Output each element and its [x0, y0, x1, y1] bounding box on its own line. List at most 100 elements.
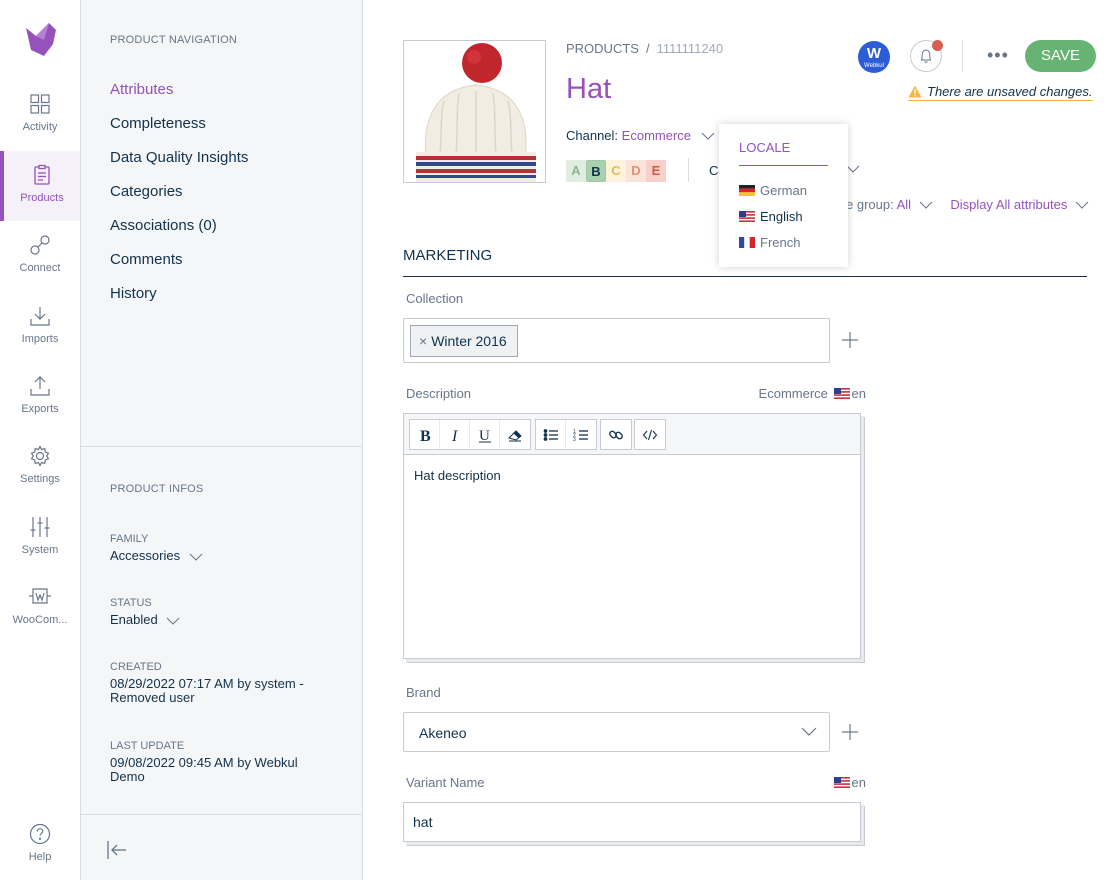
link-group: [600, 419, 632, 450]
last-update-value: 09/08/2022 09:45 AM by Webkul Demo: [110, 755, 298, 784]
svg-text:U: U: [479, 428, 490, 443]
webkul-icon-caption: Webkul: [864, 63, 884, 69]
save-button[interactable]: SAVE: [1025, 40, 1096, 72]
chevron-down-icon: [801, 727, 817, 736]
numbered-list-button[interactable]: 1 2 3: [566, 420, 596, 449]
italic-icon: I: [451, 428, 458, 443]
code-view-button[interactable]: [635, 420, 665, 449]
locale-option-french[interactable]: French: [739, 235, 800, 250]
svg-text:3: 3: [573, 437, 576, 443]
underline-button[interactable]: U: [470, 420, 500, 449]
description-locale: en: [851, 386, 866, 401]
menu-item-system[interactable]: System: [0, 515, 80, 585]
remove-tag-icon[interactable]: ×: [419, 333, 427, 349]
chevron-down-icon[interactable]: [846, 165, 860, 174]
menu-item-label: Imports: [21, 333, 59, 345]
product-navigation-list: Attributes Completeness Data Quality Ins…: [110, 80, 248, 318]
menu-item-label: Connect: [19, 262, 61, 274]
created-label: CREATED: [110, 661, 162, 673]
italic-button[interactable]: I: [440, 420, 470, 449]
locale-option-german[interactable]: German: [739, 183, 807, 198]
bullet-list-button[interactable]: [536, 420, 566, 449]
svg-text:B: B: [420, 428, 431, 443]
link-icon: [609, 430, 623, 439]
description-content[interactable]: Hat description: [404, 455, 860, 496]
chevron-down-icon: [701, 132, 715, 140]
us-flag-icon: [833, 388, 850, 399]
breadcrumb-products-link[interactable]: PRODUCTS: [566, 41, 639, 56]
menu-item-label: Activity: [22, 121, 58, 133]
chevron-down-icon[interactable]: [1075, 201, 1089, 210]
display-attributes-filter[interactable]: Display All attributes: [950, 197, 1067, 212]
import-icon: [30, 307, 50, 326]
menu-item-imports[interactable]: Imports: [0, 304, 80, 374]
grade-e: E: [646, 160, 666, 182]
nav-item-comments[interactable]: Comments: [110, 250, 248, 284]
editor-toolbar: B I U 1 2 3: [404, 414, 860, 455]
page-title: Hat: [566, 73, 612, 105]
add-collection-icon[interactable]: [840, 330, 860, 350]
notifications-button[interactable]: [910, 40, 943, 72]
svg-text:I: I: [451, 428, 458, 443]
nav-item-categories[interactable]: Categories: [110, 182, 248, 216]
nav-item-associations[interactable]: Associations (0): [110, 216, 248, 250]
help-label: Help: [28, 851, 52, 863]
akeneo-logo[interactable]: [22, 20, 60, 58]
status-dropdown[interactable]: Enabled: [110, 613, 181, 627]
us-flag-icon: [739, 211, 755, 222]
collection-tag: × Winter 2016: [410, 325, 518, 357]
add-brand-icon[interactable]: [840, 722, 860, 742]
variant-name-input[interactable]: [403, 802, 861, 842]
product-image[interactable]: [403, 40, 546, 183]
description-label: Description: [406, 386, 472, 401]
menu-item-exports[interactable]: Exports: [0, 374, 80, 444]
family-dropdown[interactable]: Accessories: [110, 549, 204, 563]
chevron-down-icon[interactable]: [919, 201, 933, 210]
clear-format-button[interactable]: [500, 420, 530, 449]
variant-name-scope: en: [800, 775, 866, 790]
collapse-column-icon[interactable]: [105, 838, 129, 862]
locale-option-label: English: [760, 209, 803, 224]
connect-icon: [30, 235, 50, 255]
brand-select[interactable]: Akeneo: [403, 712, 830, 752]
nav-item-attributes[interactable]: Attributes: [110, 80, 248, 114]
notification-badge: [932, 40, 943, 51]
bold-icon: B: [420, 428, 431, 443]
locale-dropdown: LOCALE German English French: [719, 124, 848, 267]
locale-option-english[interactable]: English: [739, 209, 803, 224]
menu-item-connect[interactable]: Connect: [0, 233, 80, 303]
grade-c: C: [606, 160, 626, 182]
locale-option-label: French: [760, 235, 801, 250]
brand-value: Akeneo: [419, 725, 467, 741]
nav-item-data-quality-insights[interactable]: Data Quality Insights: [110, 148, 248, 182]
woocommerce-icon: [29, 588, 51, 604]
family-value: Accessories: [110, 548, 181, 563]
divider: [81, 446, 362, 447]
link-button[interactable]: [601, 420, 631, 449]
collection-field[interactable]: × Winter 2016: [403, 318, 830, 363]
nav-item-completeness[interactable]: Completeness: [110, 114, 248, 148]
channel-switcher[interactable]: Channel: Ecommerce: [566, 128, 715, 143]
underline-icon: U: [478, 428, 491, 443]
nav-item-history[interactable]: History: [110, 284, 248, 318]
de-flag-icon: [739, 185, 755, 196]
attribute-filters: e group: All Display All attributes: [846, 197, 1089, 212]
attribute-group-value[interactable]: All: [897, 197, 911, 212]
menu-item-settings[interactable]: Settings: [0, 444, 80, 514]
locale-option-label: German: [760, 183, 807, 198]
bold-button[interactable]: B: [410, 420, 440, 449]
menu-item-products[interactable]: Products: [0, 151, 80, 221]
menu-item-woocommerce[interactable]: WooCom...: [0, 585, 80, 655]
help-button[interactable]: Help: [0, 822, 80, 892]
webkul-button[interactable]: W Webkul: [858, 41, 890, 73]
menu-item-label: WooCom...: [12, 614, 68, 626]
chevron-down-icon: [189, 553, 203, 561]
breadcrumb-product-id: 1111111240: [656, 41, 724, 56]
menu-item-label: Exports: [21, 403, 59, 415]
status-value: Enabled: [110, 612, 158, 627]
more-actions-button[interactable]: •••: [987, 45, 1009, 66]
variant-name-label: Variant Name: [406, 775, 485, 790]
description-editor: B I U 1 2 3 Hat description: [403, 413, 861, 659]
collection-label: Collection: [406, 291, 464, 306]
breadcrumb-separator: /: [645, 41, 650, 56]
